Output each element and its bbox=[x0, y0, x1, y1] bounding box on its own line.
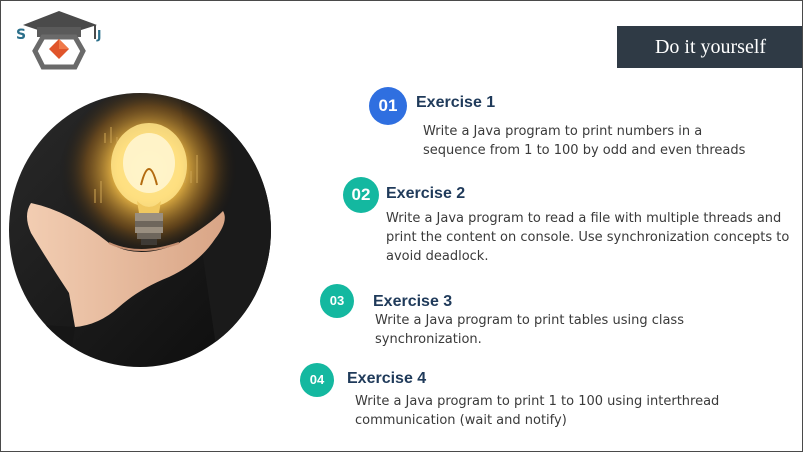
page-title-banner: Do it yourself bbox=[617, 26, 802, 68]
exercise-3-number-badge: 03 bbox=[320, 284, 354, 318]
exercise-2-number-badge: 02 bbox=[343, 177, 379, 213]
exercise-1-number-badge: 01 bbox=[369, 87, 407, 125]
exercise-3-description: Write a Java program to print tables usi… bbox=[375, 313, 684, 347]
exercise-4-title: Exercise 4 bbox=[347, 370, 427, 387]
slide: S J Do it yourself 01 Exercise 1 Write a… bbox=[0, 0, 803, 452]
svg-text:S: S bbox=[16, 27, 26, 43]
svg-text:J: J bbox=[96, 28, 101, 42]
light-bulb-in-hand-photo bbox=[9, 93, 271, 367]
exercise-2-title: Exercise 2 bbox=[386, 185, 466, 202]
exercise-4-number-badge: 04 bbox=[300, 363, 334, 397]
exercise-1-title: Exercise 1 bbox=[416, 94, 496, 111]
exercise-1-description: Write a Java program to print numbers in… bbox=[423, 124, 746, 158]
exercise-4-description: Write a Java program to print 1 to 100 u… bbox=[355, 394, 720, 428]
exercise-4-number: 04 bbox=[309, 372, 325, 387]
page-title: Do it yourself bbox=[654, 36, 767, 58]
graduation-cap-logo-icon: S J bbox=[13, 7, 109, 71]
exercise-2-number: 02 bbox=[351, 185, 371, 204]
exercise-3-number: 03 bbox=[329, 293, 345, 308]
exercise-1-number: 01 bbox=[378, 96, 398, 115]
exercise-2-description: Write a Java program to read a file with… bbox=[386, 211, 790, 264]
exercise-3-title: Exercise 3 bbox=[373, 293, 453, 310]
